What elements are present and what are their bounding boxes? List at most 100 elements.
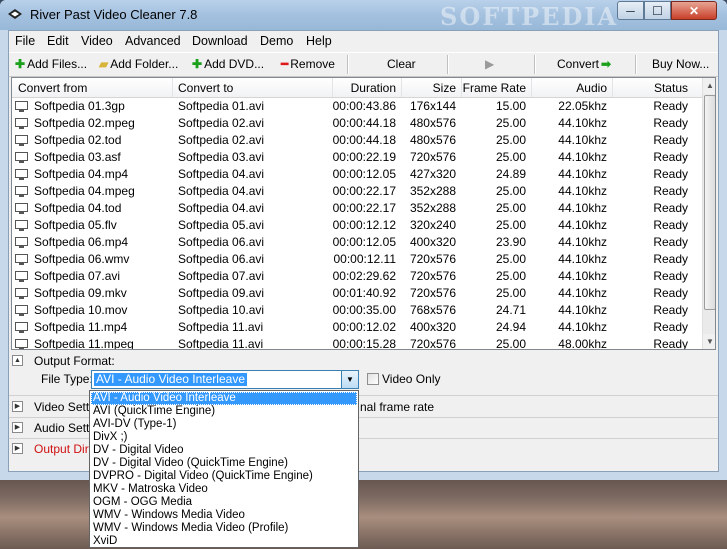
- expand-icon[interactable]: ▶: [12, 422, 23, 433]
- output-format-section: ▲ Output Format:: [9, 352, 718, 371]
- dropdown-option[interactable]: AVI (QuickTime Engine): [91, 405, 357, 418]
- file-type-dropdown[interactable]: AVI - Audio Video Interleave AVI (QuickTi…: [89, 390, 359, 548]
- cell-size: 480x576: [409, 116, 456, 130]
- table-row[interactable]: Softpedia 07.avi Softpedia 07.avi 00:02:29…: [12, 268, 702, 285]
- table-row[interactable]: Softpedia 10.mov Softpedia 10.avi 00:00:35…: [12, 302, 702, 319]
- column-convert-to[interactable]: Convert to: [178, 81, 233, 95]
- output-format-label: Output Format:: [34, 354, 115, 368]
- dropdown-option[interactable]: DivX ;): [91, 431, 357, 444]
- cell-convert-from: Softpedia 09.mkv: [34, 286, 127, 300]
- dropdown-option[interactable]: XviD: [91, 535, 357, 548]
- column-divider[interactable]: [172, 78, 173, 97]
- cell-duration: 00:00:12.02: [332, 320, 396, 334]
- table-row[interactable]: Softpedia 02.tod Softpedia 02.avi 00:00:44…: [12, 132, 702, 149]
- cell-convert-to: Softpedia 01.avi: [178, 99, 265, 113]
- table-row[interactable]: Softpedia 11.mpeg Softpedia 11.avi 00:00:1…: [12, 336, 702, 350]
- column-status[interactable]: Status: [612, 81, 688, 95]
- cell-status: Ready: [653, 99, 688, 113]
- add-folder-button[interactable]: ▰ Add Folder...: [99, 57, 178, 71]
- dropdown-option[interactable]: MKV - Matroska Video: [91, 483, 357, 496]
- add-dvd-label: Add DVD...: [204, 57, 265, 71]
- dropdown-option[interactable]: AVI - Audio Video Interleave: [91, 392, 357, 405]
- cell-size: 427x320: [409, 167, 456, 181]
- cell-audio: 44.10khz: [558, 201, 607, 215]
- scroll-down-icon[interactable]: ▼: [703, 334, 715, 349]
- table-row[interactable]: Softpedia 11.mp4 Softpedia 11.avi 00:00:12…: [12, 319, 702, 336]
- video-only-checkbox[interactable]: [367, 373, 379, 385]
- file-type-select[interactable]: AVI - Audio Video Interleave ▼: [91, 370, 359, 389]
- cell-duration: 00:00:22.19: [332, 150, 396, 164]
- monitor-icon: [15, 271, 28, 282]
- toolbar-separator: [347, 55, 349, 74]
- cell-frame-rate: 23.90: [495, 235, 526, 249]
- table-row[interactable]: Softpedia 02.mpeg Softpedia 02.avi 00:00:4…: [12, 115, 702, 132]
- convert-button[interactable]: Convert ➡: [557, 57, 613, 71]
- chevron-down-icon[interactable]: ▼: [341, 371, 358, 388]
- column-duration[interactable]: Duration: [332, 81, 396, 95]
- dropdown-option[interactable]: DV - Digital Video: [91, 444, 357, 457]
- table-row[interactable]: Softpedia 01.3gp Softpedia 01.avi 00:00:43…: [12, 98, 702, 115]
- table-row[interactable]: Softpedia 04.tod Softpedia 04.avi 00:00:22…: [12, 200, 702, 217]
- expand-icon[interactable]: ▶: [12, 401, 23, 412]
- title-bar[interactable]: River Past Video Cleaner 7.8 SOFTPEDIA ─…: [0, 0, 727, 31]
- window-title: River Past Video Cleaner 7.8: [30, 7, 198, 22]
- cell-convert-to: Softpedia 02.avi: [178, 116, 265, 130]
- menu-demo[interactable]: Demo: [260, 34, 293, 48]
- clear-button[interactable]: Clear: [387, 57, 416, 71]
- cell-status: Ready: [653, 252, 688, 266]
- menu-help[interactable]: Help: [306, 34, 332, 48]
- table-row[interactable]: Softpedia 05.flv Softpedia 05.avi 00:00:12…: [12, 217, 702, 234]
- scroll-up-icon[interactable]: ▲: [703, 78, 715, 94]
- table-row[interactable]: Softpedia 06.wmv Softpedia 06.avi 00:00:12…: [12, 251, 702, 268]
- dropdown-option[interactable]: WMV - Windows Media Video: [91, 509, 357, 522]
- cell-convert-from: Softpedia 11.mp4: [34, 320, 128, 334]
- column-audio[interactable]: Audio: [531, 81, 607, 95]
- close-button[interactable]: ✕: [671, 1, 717, 20]
- audio-settings-label: Audio Setti: [34, 421, 93, 435]
- minimize-button[interactable]: ─: [617, 1, 644, 20]
- maximize-button[interactable]: ☐: [644, 1, 671, 20]
- cell-duration: 00:00:22.17: [332, 201, 396, 215]
- menu-download[interactable]: Download: [192, 34, 248, 48]
- cell-convert-to: Softpedia 09.avi: [178, 286, 265, 300]
- table-row[interactable]: Softpedia 09.mkv Softpedia 09.avi 00:01:40…: [12, 285, 702, 302]
- menu-advanced[interactable]: Advanced: [125, 34, 181, 48]
- cell-frame-rate: 25.00: [495, 184, 526, 198]
- dropdown-option[interactable]: DVPRO - Digital Video (QuickTime Engine): [91, 470, 357, 483]
- menu-file[interactable]: File: [15, 34, 35, 48]
- table-row[interactable]: Softpedia 04.mpeg Softpedia 04.avi 00:00:2…: [12, 183, 702, 200]
- dropdown-option[interactable]: DV - Digital Video (QuickTime Engine): [91, 457, 357, 470]
- table-row[interactable]: Softpedia 04.mp4 Softpedia 04.avi 00:00:12…: [12, 166, 702, 183]
- cell-size: 720x576: [409, 269, 456, 283]
- vertical-scrollbar[interactable]: ▲ ▼: [702, 78, 715, 349]
- menu-edit[interactable]: Edit: [47, 34, 69, 48]
- buy-now-button[interactable]: Buy Now...: [652, 57, 709, 71]
- cell-convert-from: Softpedia 11.mpeg: [34, 337, 134, 350]
- dropdown-option[interactable]: AVI-DV (Type-1): [91, 418, 357, 431]
- add-dvd-button[interactable]: ✚ Add DVD...: [192, 57, 264, 71]
- cell-status: Ready: [653, 337, 688, 350]
- table-row[interactable]: Softpedia 03.asf Softpedia 03.avi 00:00:22…: [12, 149, 702, 166]
- remove-button[interactable]: ━ Remove: [281, 57, 335, 71]
- monitor-icon: [15, 339, 28, 349]
- video-only-label: Video Only: [382, 372, 441, 386]
- dropdown-option[interactable]: WMV - Windows Media Video (Profile): [91, 522, 357, 535]
- expand-icon[interactable]: ▶: [12, 443, 23, 454]
- file-list[interactable]: Convert from Convert to Duration Size Fr…: [11, 77, 716, 350]
- cell-size: 400x320: [409, 320, 456, 334]
- cell-convert-from: Softpedia 06.wmv: [34, 252, 130, 266]
- cell-size: 400x320: [409, 235, 456, 249]
- menu-video[interactable]: Video: [81, 34, 113, 48]
- table-row[interactable]: Softpedia 06.mp4 Softpedia 06.avi 00:00:12…: [12, 234, 702, 251]
- add-files-button[interactable]: ✚ Add Files...: [15, 57, 87, 71]
- column-size[interactable]: Size: [401, 81, 456, 95]
- cell-status: Ready: [653, 218, 688, 232]
- scrollbar-thumb[interactable]: [704, 95, 715, 310]
- dropdown-option[interactable]: OGM - OGG Media: [91, 496, 357, 509]
- cell-audio: 44.10khz: [558, 218, 607, 232]
- column-frame-rate[interactable]: Frame Rate: [461, 81, 526, 95]
- column-convert-from[interactable]: Convert from: [18, 81, 87, 95]
- play-icon[interactable]: ▶: [485, 57, 494, 71]
- collapse-icon[interactable]: ▲: [12, 355, 23, 366]
- menu-bar: File Edit Video Advanced Download Demo H…: [9, 31, 718, 51]
